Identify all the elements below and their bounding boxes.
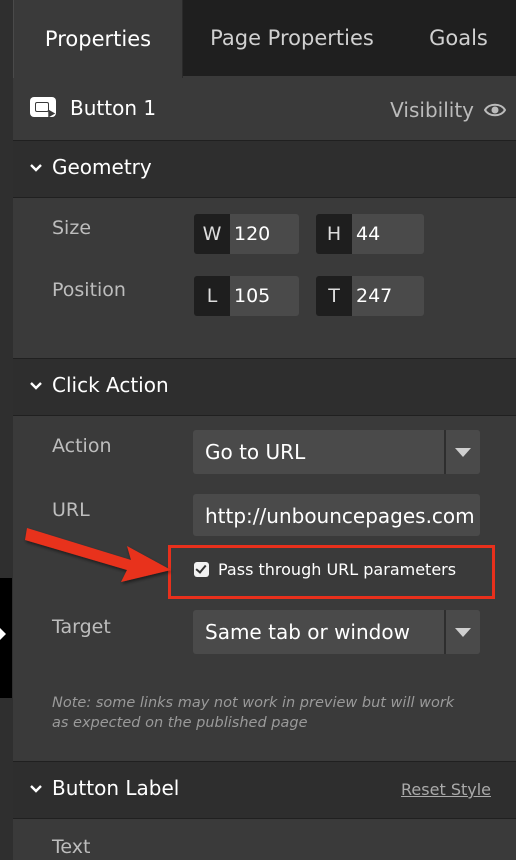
left-prefix: L — [194, 276, 230, 316]
dropdown-arrow[interactable] — [444, 610, 480, 654]
height-field[interactable]: H 44 — [316, 214, 424, 254]
position-label: Position — [52, 279, 126, 301]
size-label: Size — [52, 217, 92, 239]
width-value[interactable]: 120 — [230, 214, 299, 254]
top-field[interactable]: T 247 — [316, 276, 424, 316]
tab-label: Goals — [429, 26, 488, 50]
tab-page-properties[interactable]: Page Properties — [183, 0, 401, 76]
tab-goals[interactable]: Goals — [401, 0, 516, 76]
pass-through-checkbox[interactable] — [194, 562, 209, 577]
section-header-click-action[interactable]: Click Action — [13, 358, 516, 416]
height-value[interactable]: 44 — [352, 214, 424, 254]
preview-note: Note: some links may not work in preview… — [52, 695, 455, 731]
section-header-geometry[interactable]: Geometry — [13, 140, 516, 198]
eye-icon[interactable] — [484, 100, 506, 120]
visibility-label[interactable]: Visibility — [390, 98, 474, 122]
tab-properties[interactable]: Properties — [13, 0, 183, 78]
text-label: Text — [52, 836, 91, 858]
left-field[interactable]: L 105 — [194, 276, 299, 316]
annotation-arrow-icon — [25, 528, 171, 582]
section-header-button-label[interactable]: Button Label Reset Style — [13, 761, 516, 819]
action-label: Action — [52, 435, 112, 457]
button-element-icon — [30, 97, 56, 118]
url-input[interactable]: http://unbouncepages.com — [193, 494, 480, 536]
section-title: Click Action — [52, 373, 169, 397]
tab-bar: Properties Page Properties Goals — [13, 0, 516, 78]
properties-panel: Properties Page Properties Goals Button … — [13, 0, 516, 860]
chevron-down-icon — [30, 164, 42, 172]
dropdown-arrow[interactable] — [444, 430, 480, 474]
canvas-edge — [0, 0, 13, 860]
chevron-down-icon — [30, 382, 42, 390]
section-title: Geometry — [52, 155, 152, 179]
pass-through-checkbox-row[interactable]: Pass through URL parameters — [194, 560, 456, 579]
tab-label: Properties — [44, 27, 152, 51]
left-value[interactable]: 105 — [230, 276, 299, 316]
top-prefix: T — [316, 276, 352, 316]
pass-through-label: Pass through URL parameters — [218, 560, 457, 579]
check-icon — [195, 562, 207, 574]
caret-down-icon — [455, 448, 471, 457]
element-name: Button 1 — [70, 96, 157, 120]
caret-down-icon — [455, 628, 471, 637]
width-prefix: W — [194, 214, 230, 254]
action-select[interactable]: Go to URL — [193, 430, 480, 474]
reset-style-link[interactable]: Reset Style — [401, 780, 491, 799]
target-select-value: Same tab or window — [205, 620, 410, 644]
chevron-down-icon — [30, 785, 42, 793]
action-select-value: Go to URL — [205, 440, 306, 464]
tab-label: Page Properties — [210, 26, 374, 50]
target-label: Target — [52, 616, 111, 638]
url-input-value: http://unbouncepages.com — [205, 504, 475, 528]
width-field[interactable]: W 120 — [194, 214, 299, 254]
selected-element-row: Button 1 Visibility — [13, 78, 516, 140]
target-select[interactable]: Same tab or window — [193, 610, 480, 654]
top-value[interactable]: 247 — [352, 276, 424, 316]
chevron-right-icon — [0, 628, 6, 640]
section-title: Button Label — [52, 776, 180, 800]
height-prefix: H — [316, 214, 352, 254]
